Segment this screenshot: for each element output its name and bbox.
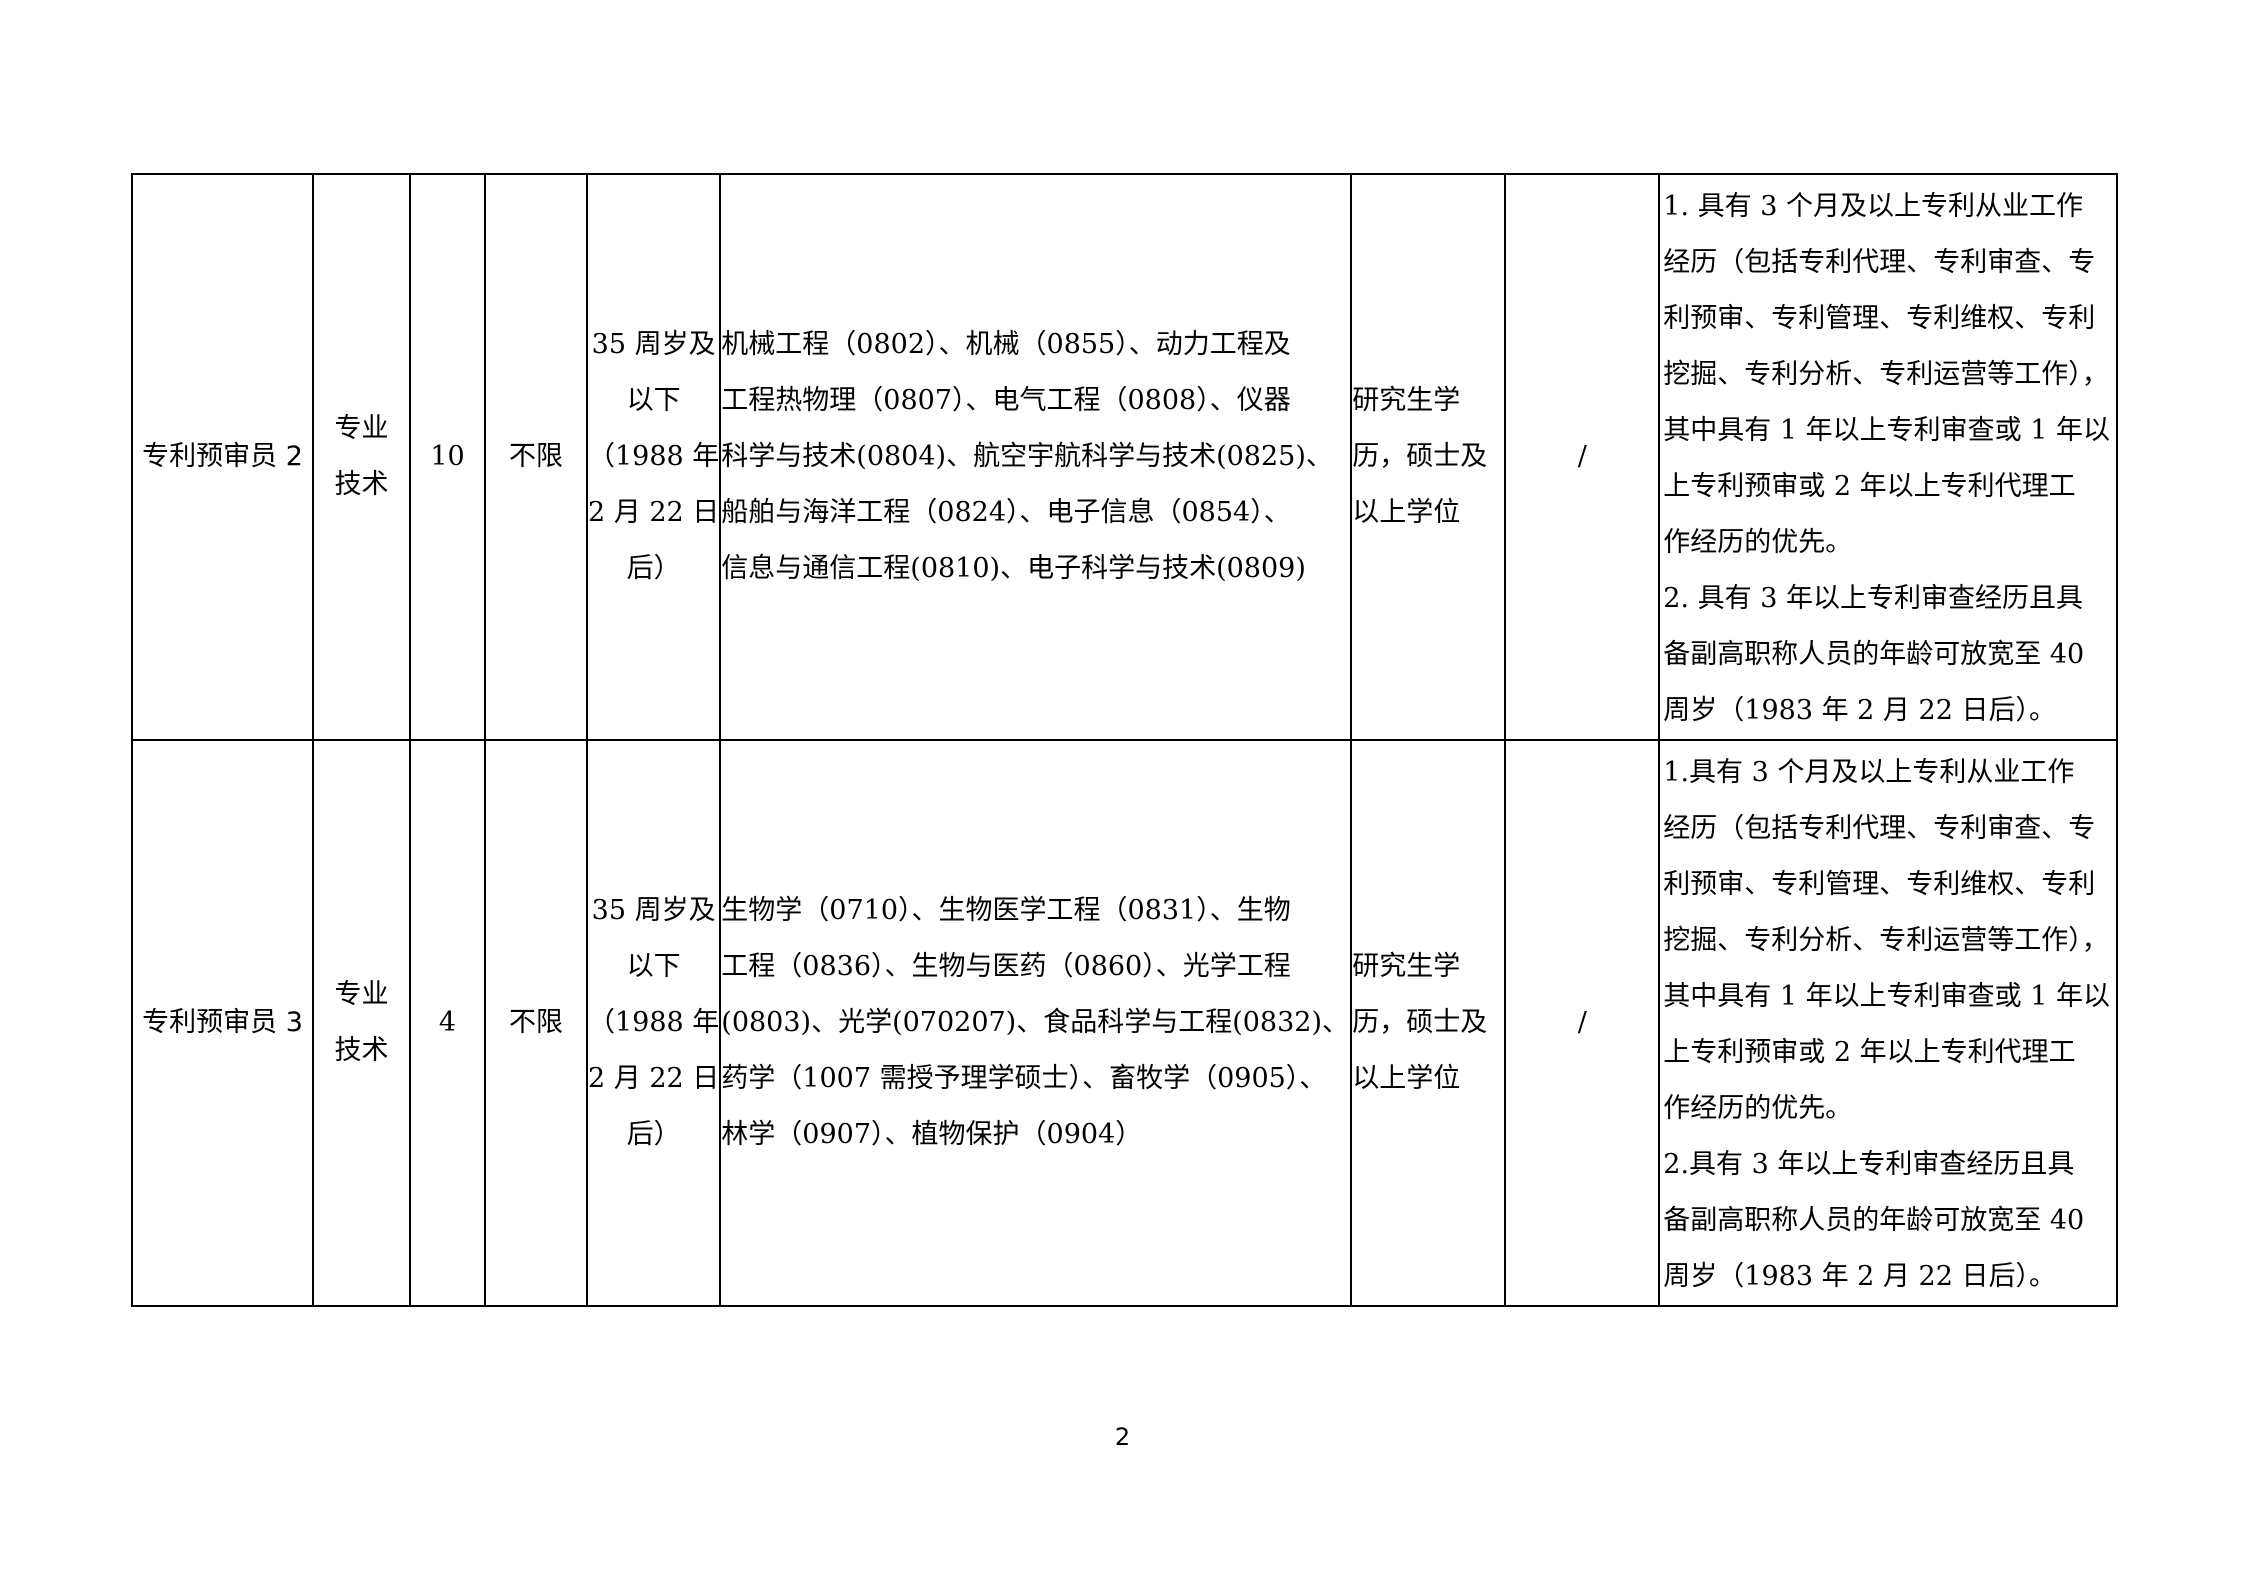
category-cell: 专业 技术 [312,173,411,741]
education-line: 以上学位 [1352,497,1461,528]
education-line: 历，硕士及 [1352,441,1488,472]
education-line: 历，硕士及 [1352,1007,1488,1038]
requirements-cell: 1. 具有 3 个月及以上专利从业工作 经历（包括专利代理、专利审查、专 利预审、专… [1658,173,2119,741]
requirements-line: 其中具有 1 年以上专利审查或 1 年以 [1663,981,2110,1012]
education-line: 以上学位 [1352,1063,1461,1094]
requirements-line: 1.具有 3 个月及以上专利从业工作 [1663,757,2075,788]
majors-line: 机械工程（0802）、机械（0855）、动力工程及 [721,329,1291,360]
headcount-cell: 10 [409,173,486,741]
table-row: 专利预审员 2 专业技术 10 不限 35 周岁及 以下 （1988 年 2 月 22… [131,173,2119,741]
age-line: 35 周岁及 [591,895,716,926]
requirements-line: 备副高职称人员的年龄可放宽至 40 [1663,1205,2085,1236]
other-cell: / [1504,173,1661,741]
education-cell: 研究生学历，硕士及以上学位 [1350,739,1507,1307]
position-name: 专利预审员 2 [142,441,303,472]
majors-line: 船舶与海洋工程（0824）、电子信息（0854）、 [721,497,1291,528]
age-requirement-cell: 35 周岁及 以下 （1988 年 2 月 22 日后） [585,173,722,741]
other-limit: 不限 [509,1007,563,1038]
age-line: （1988 年 [588,1007,720,1038]
category-line: 技术 [334,469,389,500]
other-value: / [1577,1007,1587,1038]
majors-line: 工程热物理（0807）、电气工程（0808）、仪器 [721,385,1291,416]
majors-line: 工程（0836）、生物与医药（0860）、光学工程 [721,951,1291,982]
age-line: 2 月 22 日 [588,497,720,528]
category-line: 专业 [334,413,389,444]
position-name: 专利预审员 3 [142,1007,303,1038]
age-line: 以下 [626,951,681,982]
majors-line: 生物学（0710）、生物医学工程（0831）、生物 [721,895,1291,926]
requirements-line: 上专利预审或 2 年以上专利代理工 [1663,1037,2076,1068]
requirements-line: 上专利预审或 2 年以上专利代理工 [1663,471,2076,502]
requirements-line: 作经历的优先。 [1663,527,1853,558]
document-page: 专利预审员 2 专业 技术 10 不限 35 周岁及 以下 （1988 年2 月 22… [0,0,2245,1587]
job-positions-table: 专利预审员 2 专业 技术 10 不限 35 周岁及 以下 （1988 年2 月 22… [131,173,2119,1307]
other-limit-cell: 不限 [484,739,588,1307]
age-line: 2 月 22 日 [588,1063,720,1094]
age-line: 以下 [626,385,681,416]
position-name-cell: 专利预审员 2 [131,173,314,741]
requirements-line: 1. 具有 3 个月及以上专利从业工作 [1663,191,2083,222]
requirements-line: 挖掘、专利分析、专利运营等工作）， [1663,925,2109,956]
other-cell: / [1504,739,1661,1307]
requirements-line: 周岁（1983 年 2 月 22 日后）。 [1663,695,2056,726]
requirements-line: 经历（包括专利代理、专利审查、专 [1663,247,2096,278]
other-limit: 不限 [509,441,563,472]
majors-line: (0803)、光学(070207)、食品科学与工程(0832)、 [721,1007,1349,1038]
headcount: 4 [438,1007,457,1038]
requirements-line: 2.具有 3 年以上专利审查经历且具 [1663,1149,2075,1180]
majors-cell: 生物学（0710）、生物医学工程（0831）、生物 工程（0836）、生物与医药（… [719,739,1353,1307]
majors-line: 科学与技术(0804)、航空宇航科学与技术(0825)、 [721,441,1333,472]
majors-line: 信息与通信工程(0810)、电子科学与技术(0809) [721,553,1306,584]
position-name-cell: 专利预审员 3 [131,739,314,1307]
headcount: 10 [430,441,465,472]
requirements-line: 2. 具有 3 年以上专利审查经历且具 [1663,583,2083,614]
requirements-line: 利预审、专利管理、专利维权、专利 [1663,869,2096,900]
category-line: 技术 [334,1035,389,1066]
age-line: 后） [626,1119,681,1150]
requirements-line: 利预审、专利管理、专利维权、专利 [1663,303,2096,334]
majors-line: 林学（0907）、植物保护（0904） [721,1119,1143,1150]
requirements-cell: 1.具有 3 个月及以上专利从业工作 经历（包括专利代理、专利审查、专 利预审、专利… [1658,739,2119,1307]
table-row: 专利预审员 3 专业技术 4 不限 35 周岁及 以下 （1988 年 2 月 22 … [131,739,2119,1307]
requirements-line: 备副高职称人员的年龄可放宽至 40 [1663,639,2085,670]
majors-line: 药学（1007 需授予理学硕士）、畜牧学（0905）、 [721,1063,1327,1094]
headcount-cell: 4 [409,739,486,1307]
education-line: 研究生学 [1352,951,1461,982]
age-requirement-cell: 35 周岁及 以下 （1988 年 2 月 22 日后） [585,739,722,1307]
education-line: 研究生学 [1352,385,1461,416]
requirements-line: 周岁（1983 年 2 月 22 日后）。 [1663,1261,2056,1292]
other-value: / [1577,441,1587,472]
page-number: 2 [1114,1423,1131,1451]
requirements-line: 挖掘、专利分析、专利运营等工作）， [1663,359,2109,390]
age-line: 35 周岁及 [591,329,716,360]
education-cell: 研究生学历，硕士及以上学位 [1350,173,1507,741]
category-line: 专业 [334,979,389,1010]
requirements-line: 作经历的优先。 [1663,1093,1853,1124]
category-cell: 专业 技术 [312,739,411,1307]
requirements-line: 经历（包括专利代理、专利审查、专 [1663,813,2096,844]
requirements-line: 其中具有 1 年以上专利审查或 1 年以 [1663,415,2110,446]
other-limit-cell: 不限 [484,173,588,741]
age-line: （1988 年 [588,441,720,472]
age-line: 后） [626,553,681,584]
majors-cell: 机械工程（0802）、机械（0855）、动力工程及 工程热物理（0807）、电气工… [719,173,1353,741]
